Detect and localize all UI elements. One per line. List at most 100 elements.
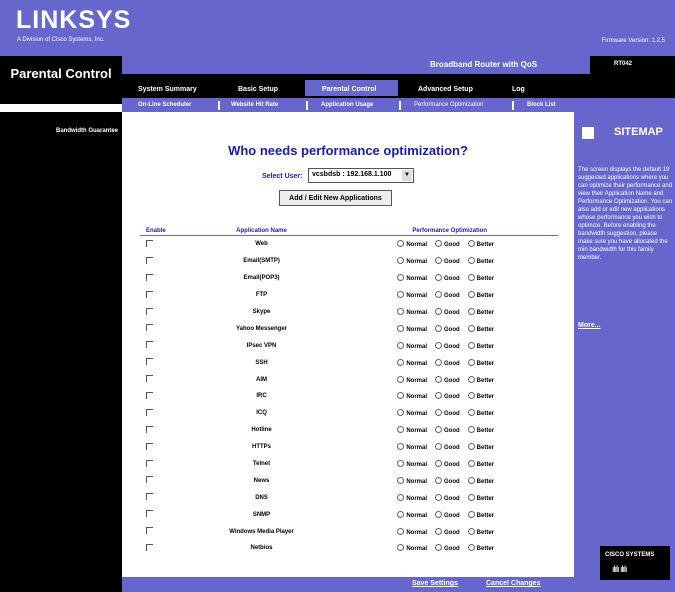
radio-better[interactable] <box>467 392 475 400</box>
radio-normal[interactable] <box>397 510 405 518</box>
radio-good[interactable] <box>435 443 442 451</box>
radio-good[interactable] <box>435 392 442 400</box>
radio-good[interactable] <box>435 274 442 282</box>
tab-advanced-setup[interactable]: Advanced Setup <box>418 86 473 93</box>
enable-checkbox[interactable] <box>146 459 153 467</box>
radio-better[interactable] <box>467 291 475 299</box>
enable-checkbox[interactable] <box>146 273 153 281</box>
radio-better[interactable] <box>467 341 475 349</box>
subtab-online-scheduler[interactable]: On-Line Scheduler <box>138 102 191 108</box>
radio-good[interactable] <box>435 493 442 501</box>
tab-system-summary[interactable]: System Summary <box>138 86 197 93</box>
radio-normal[interactable] <box>397 476 405 484</box>
enable-checkbox[interactable] <box>146 408 153 416</box>
enable-checkbox[interactable] <box>146 493 153 501</box>
subtab-divider <box>399 101 401 110</box>
save-settings-button[interactable]: Save Settings <box>412 580 458 587</box>
radio-good[interactable] <box>435 375 442 383</box>
enable-checkbox[interactable] <box>146 510 153 518</box>
add-edit-applications-button[interactable]: Add / Edit New Applications <box>279 190 392 206</box>
radio-normal[interactable] <box>397 375 405 383</box>
radio-normal[interactable] <box>397 443 405 451</box>
radio-good[interactable] <box>435 308 442 315</box>
enable-checkbox[interactable] <box>146 442 153 450</box>
enable-checkbox[interactable] <box>146 341 153 349</box>
radio-better[interactable] <box>467 544 475 552</box>
radio-good[interactable] <box>435 240 442 248</box>
radio-good[interactable] <box>435 510 442 518</box>
enable-checkbox[interactable] <box>146 239 153 247</box>
subtab-divider <box>512 101 514 110</box>
radio-good[interactable] <box>435 358 442 366</box>
enable-checkbox[interactable] <box>146 307 153 315</box>
radio-better[interactable] <box>467 476 475 484</box>
radio-better[interactable] <box>467 409 475 417</box>
radio-normal[interactable] <box>397 409 405 417</box>
enable-checkbox[interactable] <box>146 476 153 484</box>
subtab-performance-optimization[interactable]: Performance Optimization <box>414 102 483 108</box>
radio-normal[interactable] <box>397 341 405 349</box>
radio-normal[interactable] <box>397 493 405 501</box>
radio-good[interactable] <box>435 476 442 484</box>
radio-better[interactable] <box>467 375 475 383</box>
radio-better[interactable] <box>467 460 475 468</box>
tab-basic-setup[interactable]: Basic Setup <box>238 86 278 93</box>
radio-good[interactable] <box>435 257 442 265</box>
subtab-block-list[interactable]: Block List <box>527 102 556 108</box>
radio-normal[interactable] <box>397 358 405 366</box>
radio-normal[interactable] <box>397 392 405 400</box>
radio-normal[interactable] <box>397 544 405 552</box>
enable-checkbox[interactable] <box>146 324 153 332</box>
radio-good[interactable] <box>435 426 442 434</box>
radio-normal[interactable] <box>397 426 405 434</box>
cancel-changes-button[interactable]: Cancel Changes <box>486 580 540 587</box>
radio-better[interactable] <box>467 426 475 434</box>
radio-good[interactable] <box>435 527 442 535</box>
radio-good[interactable] <box>435 341 442 349</box>
chevron-down-icon[interactable]: ▼ <box>402 170 412 181</box>
enable-checkbox[interactable] <box>146 543 153 551</box>
radio-better[interactable] <box>467 358 475 366</box>
radio-normal[interactable] <box>397 324 405 332</box>
radio-normal[interactable] <box>397 240 405 248</box>
enable-checkbox[interactable] <box>146 375 153 383</box>
radio-better[interactable] <box>467 443 475 451</box>
radio-good[interactable] <box>435 409 442 417</box>
enable-checkbox[interactable] <box>146 391 153 399</box>
subtab-website-hit-rate[interactable]: Website Hit Rate <box>231 102 278 108</box>
tab-parental-control[interactable]: Parental Control <box>322 86 376 93</box>
radio-good[interactable] <box>435 544 442 552</box>
radio-better[interactable] <box>467 308 475 315</box>
radio-normal[interactable] <box>397 274 405 282</box>
radio-good[interactable] <box>435 324 442 332</box>
enable-checkbox[interactable] <box>146 425 153 433</box>
radio-better[interactable] <box>467 257 475 265</box>
radio-normal[interactable] <box>397 257 405 265</box>
radio-normal[interactable] <box>397 291 405 299</box>
enable-checkbox[interactable] <box>146 358 153 366</box>
enable-checkbox[interactable] <box>146 256 153 264</box>
table-row: SNMP Normal Good Better <box>140 506 558 523</box>
radio-good[interactable] <box>435 460 442 468</box>
enable-checkbox-cell <box>140 371 182 388</box>
radio-better[interactable] <box>467 493 475 501</box>
radio-better[interactable] <box>467 274 475 282</box>
nav-bandwidth-guarantee[interactable]: Bandwidth Guarantee <box>0 128 118 134</box>
radio-better[interactable] <box>467 324 475 332</box>
option-better-label: Better <box>476 512 495 519</box>
radio-normal[interactable] <box>397 308 405 315</box>
radio-better[interactable] <box>467 527 475 535</box>
select-user-dropdown[interactable]: vcsbdsb : 192.168.1.100 ▼ <box>308 168 414 183</box>
radio-normal[interactable] <box>397 527 405 535</box>
enable-checkbox[interactable] <box>146 290 153 298</box>
radio-normal[interactable] <box>397 460 405 468</box>
app-name: Yahoo Messenger <box>236 325 288 332</box>
radio-better[interactable] <box>467 510 475 518</box>
option-good-label: Good <box>444 495 460 502</box>
subtab-application-usage[interactable]: Application Usage <box>321 102 373 108</box>
enable-checkbox[interactable] <box>146 527 153 535</box>
radio-better[interactable] <box>467 240 475 248</box>
more-link[interactable]: More... <box>578 322 601 329</box>
radio-good[interactable] <box>435 291 442 299</box>
tab-log[interactable]: Log <box>512 86 525 93</box>
